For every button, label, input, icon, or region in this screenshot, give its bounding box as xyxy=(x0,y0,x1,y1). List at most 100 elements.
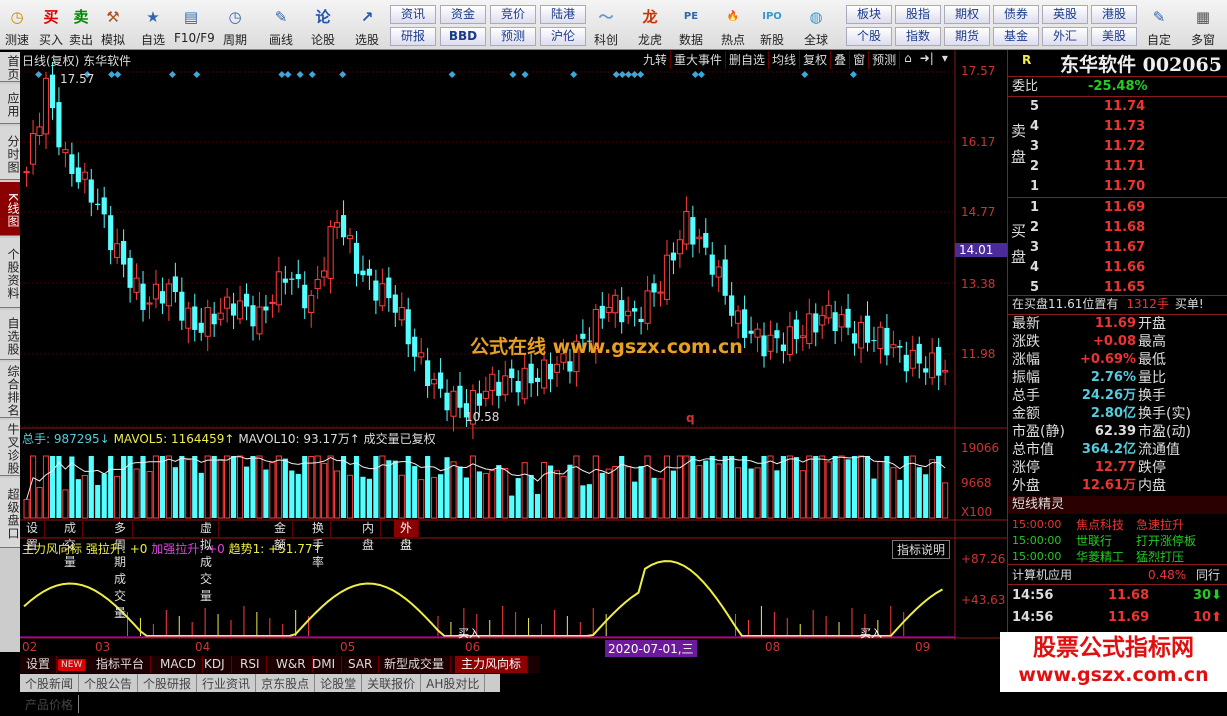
toolbar-button-8[interactable]: 论论股 xyxy=(306,3,340,49)
indicator-tab-1[interactable]: NEW xyxy=(58,659,87,671)
indicator-tab-3[interactable]: MACD xyxy=(154,656,203,673)
volume-tab-5[interactable]: 换手率 xyxy=(306,520,332,569)
quick-button[interactable]: 期权 xyxy=(944,5,990,24)
sidebar-tab-4[interactable]: 个股资料 xyxy=(0,238,20,308)
toolbar-button-12[interactable]: PE 数据 xyxy=(674,3,708,49)
info-tab-4[interactable]: 京东股点 xyxy=(256,674,316,692)
candle xyxy=(599,305,605,319)
indicator-tab-8[interactable]: SAR xyxy=(342,656,380,673)
candle xyxy=(515,381,521,393)
sidebar-tab-8[interactable]: 超级盘口 xyxy=(0,478,20,548)
toolbar-button-7[interactable]: ✎ 画线 xyxy=(264,3,298,49)
toolbar-button-15[interactable]: ◍ 全球 xyxy=(799,3,833,49)
toolbar-button-11[interactable]: 龙龙虎 xyxy=(633,3,667,49)
toolbar-button-13[interactable]: 🔥 热点 xyxy=(716,3,750,49)
sidebar-tab-5[interactable]: 自选股 xyxy=(0,310,20,360)
info-tab-3[interactable]: 行业资讯 xyxy=(197,674,257,692)
tick-price: 11.68 xyxy=(1108,588,1150,603)
toolbar-button-10[interactable]: 〜科创 xyxy=(589,3,623,49)
candle xyxy=(431,378,438,385)
info-tab-0[interactable]: 个股新闻 xyxy=(20,674,80,692)
info-tab-5[interactable]: 论股堂 xyxy=(315,674,363,692)
quick-button[interactable]: 美股 xyxy=(1091,27,1137,46)
toolbar-button-3[interactable]: ⚒ 模拟 xyxy=(96,3,130,49)
candle xyxy=(140,283,146,310)
sidebar-tab-3[interactable]: K线图 xyxy=(0,182,20,236)
toolbar-button-17[interactable]: ▦ 多窗 xyxy=(1186,3,1220,49)
quick-button[interactable]: 沪伦 xyxy=(540,27,586,46)
quick-button[interactable]: 资金 xyxy=(440,5,486,24)
toolbar-label: 科创 xyxy=(593,33,618,47)
quick-button[interactable]: 英股 xyxy=(1042,5,1088,24)
quick-button[interactable]: 研报 xyxy=(390,27,436,46)
info-tab-8[interactable]: 产品价格 xyxy=(20,695,80,713)
stat-label: 市盈(静) xyxy=(1012,424,1065,440)
info-tab-2[interactable]: 个股研报 xyxy=(138,674,198,692)
toolbar-button-9[interactable]: ↗ 选股 xyxy=(350,3,384,49)
indicator-tab-10[interactable]: 主力风向标 xyxy=(455,656,529,673)
quick-button[interactable]: 个股 xyxy=(846,27,892,46)
candle xyxy=(670,252,677,261)
quick-button[interactable]: 预测 xyxy=(490,27,536,46)
quick-button[interactable]: 资讯 xyxy=(390,5,436,24)
toolbar-button-16[interactable]: ✎ 自定 xyxy=(1142,3,1176,49)
sidebar-tab-1[interactable]: 应用 xyxy=(0,84,20,124)
axis-label: 17.57 xyxy=(961,64,996,78)
info-tab-6[interactable]: 关联报价 xyxy=(362,674,422,692)
sidebar-tab-2[interactable]: 分时图 xyxy=(0,126,20,180)
candle xyxy=(152,283,160,300)
indicator-tab-7[interactable]: DMI xyxy=(306,656,343,673)
event-marker xyxy=(612,70,620,79)
toolbar-button-2[interactable]: 卖卖出 xyxy=(64,3,98,49)
volume-tab-3[interactable]: 虚拟成交量 xyxy=(194,520,220,603)
candle xyxy=(703,233,709,248)
quick-button[interactable]: 指数 xyxy=(895,27,941,46)
indicator-help-button[interactable]: 指标说明 xyxy=(892,540,951,559)
current-price-tag: 14.01 xyxy=(955,243,1007,257)
candle xyxy=(29,133,37,165)
quote-row: 5 11.74 xyxy=(1008,98,1227,116)
indicator-tab-0[interactable]: 设置 xyxy=(20,656,58,673)
toolbar-button-5[interactable]: ▤ F10/F9 xyxy=(174,3,215,49)
toolbar-button-4[interactable]: ★ 自选 xyxy=(136,3,170,49)
quick-button[interactable]: 外汇 xyxy=(1042,27,1088,46)
volume-tab-6[interactable]: 内盘 xyxy=(356,520,382,552)
quick-button[interactable]: 债券 xyxy=(993,5,1039,24)
quick-button[interactable]: 陆港 xyxy=(540,5,586,24)
quick-button[interactable]: BBD xyxy=(440,27,486,46)
toolbar-button-1[interactable]: 买买入 xyxy=(34,3,68,49)
sector-peer-button[interactable]: 同行 xyxy=(1196,566,1220,584)
volume-tab-7[interactable]: 外盘 xyxy=(394,520,420,552)
volume-tab-2[interactable]: 多周期成交量 xyxy=(108,520,134,620)
info-tab-7[interactable]: AH股对比 xyxy=(421,674,486,692)
indicator-tab-9[interactable]: 新型成交量 xyxy=(378,656,452,673)
indicator-tab-2[interactable]: 指标平台 xyxy=(90,656,152,673)
quick-button[interactable]: 板块 xyxy=(846,5,892,24)
indicator-tab-4[interactable]: KDJ xyxy=(198,656,232,673)
volume-bar xyxy=(450,461,457,519)
candle xyxy=(877,326,884,349)
sidebar-tab-0[interactable]: 首页 xyxy=(0,52,20,82)
quick-button[interactable]: 期货 xyxy=(944,27,990,46)
sidebar-tab-6[interactable]: 综合排名 xyxy=(0,362,20,418)
quick-button[interactable]: 股指 xyxy=(895,5,941,24)
level: 3 xyxy=(1030,240,1040,255)
toolbar-button-6[interactable]: ◷ 周期 xyxy=(218,3,252,49)
sidebar-tab-7[interactable]: 牛叉诊股 xyxy=(0,420,20,476)
volume-tab-4[interactable]: 金额 xyxy=(268,520,294,552)
quick-button[interactable]: 基金 xyxy=(993,27,1039,46)
volume-tab-1[interactable]: 成交量 xyxy=(58,520,84,569)
volume-bar xyxy=(263,469,269,518)
divider xyxy=(1008,564,1227,565)
kline-chart-area[interactable]: 日线(复权) 东华软件 九转 重大事件 删自选 均线 复权叠窗预测 ⌂ ➜| ▾ 17.57 … xyxy=(20,50,1007,657)
quick-button[interactable]: 竞价 xyxy=(490,5,536,24)
volume-bar xyxy=(832,456,838,518)
quick-button[interactable]: 港股 xyxy=(1091,5,1137,24)
toolbar-button-14[interactable]: IPO 新股 xyxy=(755,3,789,49)
volume-bar xyxy=(133,468,140,519)
date-label: 08 xyxy=(765,640,781,654)
volume-tab-0[interactable]: 设置 xyxy=(20,520,46,552)
indicator-tab-5[interactable]: RSI xyxy=(234,656,267,673)
info-tab-1[interactable]: 个股公告 xyxy=(79,674,139,692)
toolbar-button-0[interactable]: ◷ 测速 xyxy=(0,3,34,49)
